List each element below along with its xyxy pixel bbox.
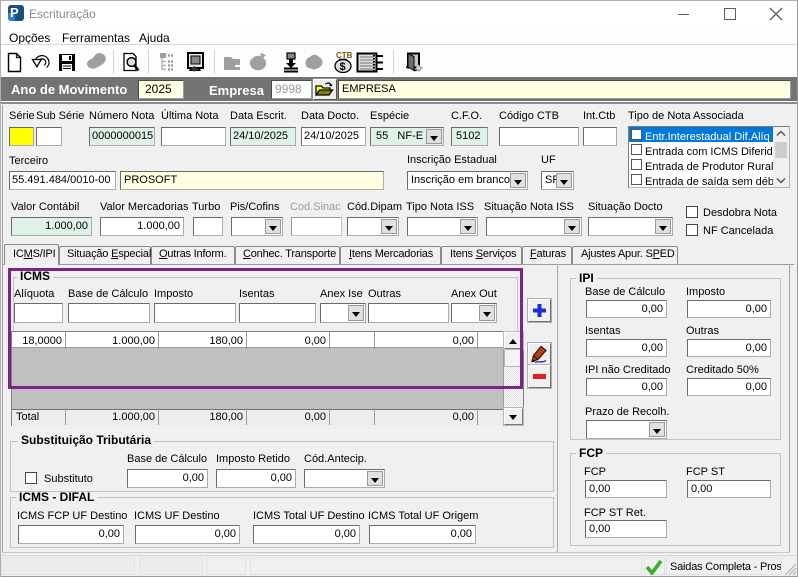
svg-text:CTB: CTB [336,51,353,60]
svg-text:$: $ [340,61,346,73]
